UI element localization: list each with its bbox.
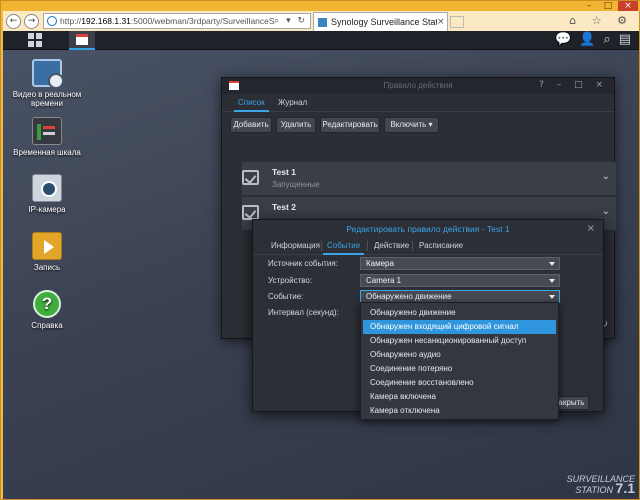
chevron-down-icon[interactable]: ⌄ [602, 206, 610, 217]
back-button[interactable]: ← [6, 13, 21, 29]
tab-divider [412, 241, 413, 251]
dropdown-option-highlighted[interactable]: Обнаружен входящий цифровой сигнал [363, 320, 556, 334]
tab-divider [367, 241, 368, 251]
ip-camera-icon [32, 174, 62, 202]
favicon-icon [318, 17, 327, 27]
dropdown-option[interactable]: Камера отключена [363, 404, 556, 418]
delete-button[interactable]: Удалить [276, 117, 316, 133]
tab-divider [321, 241, 322, 251]
widgets-icon[interactable]: ▤ [619, 32, 631, 47]
desktop-icon-label: Справка [31, 321, 63, 330]
main-menu-icon[interactable] [28, 33, 43, 48]
tab-info[interactable]: Информация [271, 241, 320, 250]
checkbox-calendar-icon [242, 170, 259, 185]
taskbar-right-icons: 💬 👤 ⌕ ▤ [555, 32, 631, 47]
dropdown-option[interactable]: Обнаружено движение [363, 306, 556, 320]
rule-name: Test 1 [272, 167, 296, 177]
tab-log[interactable]: Журнал [278, 98, 307, 107]
calendar-icon [76, 34, 88, 45]
rule-window-tabs: Список Журнал [222, 94, 614, 112]
edit-button[interactable]: Редактировать [320, 117, 380, 133]
desktop-icon-label: Видео в реальном времени [12, 90, 82, 108]
close-icon[interactable]: × [587, 220, 595, 238]
ie-icon [47, 16, 57, 26]
rule-toolbar: Добавить Удалить Редактировать Включить … [222, 112, 614, 137]
window-controls[interactable]: ? – □ × [539, 80, 608, 90]
forward-button[interactable]: → [24, 13, 39, 29]
search-icon[interactable]: ⌕ [603, 32, 610, 47]
address-bar[interactable]: http://192.168.1.31:5000/webman/3rdparty… [43, 13, 311, 29]
dialog-tabs: Информация Событие Действие Расписание [253, 238, 603, 255]
interval-label: Интервал (секунд): [268, 308, 339, 317]
tab-list[interactable]: Список [234, 98, 269, 112]
help-icon: ? [33, 290, 61, 318]
tab-schedule[interactable]: Расписание [419, 241, 463, 250]
enable-dropdown-button[interactable]: Включить ▾ [384, 117, 439, 133]
chevron-down-icon[interactable]: ⌄ [602, 171, 610, 182]
close-window-button[interactable]: × [618, 1, 638, 11]
desktop-icon-label: IP-камера [28, 205, 66, 214]
desktop-icon-help[interactable]: ? Справка [7, 290, 87, 330]
dialog-title: Редактировать правило действия - Test 1 … [253, 220, 603, 238]
dropdown-arrow-icon [549, 262, 555, 266]
maximize-button[interactable]: □ [599, 1, 617, 11]
add-button[interactable]: Добавить [230, 117, 272, 133]
minimize-button[interactable]: – [580, 1, 598, 11]
dropdown-option[interactable]: Соединение потеряно [363, 362, 556, 376]
event-dropdown-list: Обнаружено движение Обнаружен входящий ц… [360, 302, 559, 420]
surveillance-station-logo: SURVEILLANCE STATION 7.1 [566, 474, 635, 496]
window-header[interactable]: Правило действия ? – □ × [222, 78, 614, 94]
desktop-icon-live-view[interactable]: Видео в реальном времени [7, 59, 87, 108]
chat-icon[interactable]: 💬 [555, 32, 571, 47]
timeline-icon [32, 117, 62, 145]
desktop-icon-recording[interactable]: Запись [7, 232, 87, 272]
rule-status: Запущенные [272, 180, 320, 189]
checkbox-calendar-icon [242, 205, 259, 220]
desktop-icon-label: Временная шкала [13, 148, 81, 157]
title-bar: – □ × [1, 1, 640, 11]
browser-tab[interactable]: Synology Surveillance Statio... × [313, 12, 448, 31]
live-view-icon [32, 59, 64, 89]
url-text: http://192.168.1.31:5000/webman/3rdparty… [60, 16, 275, 26]
tab-event[interactable]: Событие [322, 241, 365, 255]
device-label: Устройство: [268, 276, 313, 285]
device-select[interactable]: Camera 1 [360, 274, 560, 287]
rule-item[interactable]: Test 1 Запущенные ⌄ [242, 162, 616, 196]
user-icon[interactable]: 👤 [579, 32, 595, 47]
event-label: Событие: [268, 292, 304, 301]
desktop-icon-ip-camera[interactable]: IP-камера [7, 174, 87, 214]
recording-icon [32, 232, 62, 260]
dsm-taskbar: 💬 👤 ⌕ ▤ [3, 31, 639, 50]
tab-action[interactable]: Действие [374, 241, 409, 250]
browser-navbar: ← → http://192.168.1.31:5000/webman/3rdp… [3, 11, 639, 31]
address-bar-icons[interactable]: ⌕ ▾ ↻ [274, 16, 310, 26]
dropdown-option[interactable]: Камера включена [363, 390, 556, 404]
dropdown-option[interactable]: Соединение восстановлено [363, 376, 556, 390]
taskbar-action-rule-button[interactable] [69, 31, 95, 50]
dropdown-arrow-icon [549, 295, 555, 299]
dropdown-option[interactable]: Обнаружено аудио [363, 348, 556, 362]
desktop-icon-label: Запись [33, 263, 61, 272]
desktop-icon-timeline[interactable]: Временная шкала [7, 117, 87, 157]
event-source-select[interactable]: Камера [360, 257, 560, 270]
browser-tool-icons[interactable]: ⌂ ☆ ⚙ [569, 14, 633, 27]
tab-title: Synology Surveillance Statio... [331, 17, 437, 27]
dropdown-arrow-icon [549, 279, 555, 283]
event-source-label: Источник события: [268, 259, 338, 268]
dropdown-option[interactable]: Обнаружен несанкционированный доступ [363, 334, 556, 348]
rule-name: Test 2 [272, 202, 296, 212]
tab-close-icon[interactable]: × [437, 17, 447, 27]
new-tab-button[interactable] [450, 16, 464, 28]
